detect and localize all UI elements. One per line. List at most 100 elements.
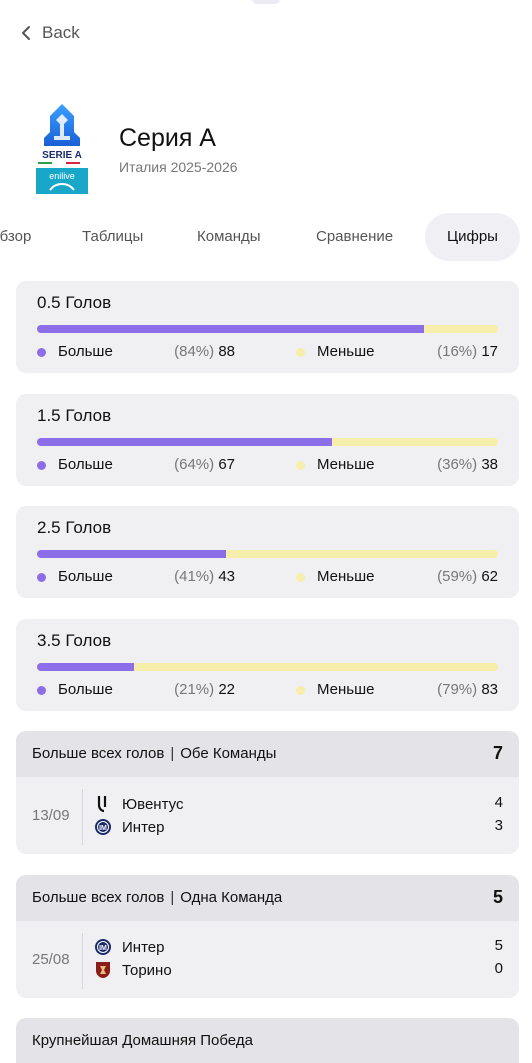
over-label: Больше [58,343,113,360]
under-label: Меньше [317,456,375,473]
serie-a-logo: SERIE A enilive [30,102,94,196]
match-date: 13/09 [32,807,70,824]
section-title: Крупнейшая Домашняя Победа [32,1032,253,1049]
tab-overview[interactable]: Обзор [0,213,31,261]
top-handle [252,0,280,4]
team-name: Интер [122,818,165,836]
goals-ratio-fill [37,325,425,333]
record-card-header: Больше всех голов | Одна Команда 5 [16,875,519,921]
divider [82,789,83,845]
biggest-home-win-card[interactable]: Крупнейшая Домашняя Победа [16,1018,519,1063]
league-name: Серия А [119,124,216,152]
over-dot [37,686,46,695]
team-name: Интер [122,938,165,956]
divider [82,933,83,989]
tab-tables[interactable]: Таблицы [82,213,143,261]
under-label: Меньше [317,681,375,698]
inter-crest-icon: IM [94,818,112,836]
over-dot [37,573,46,582]
goals-ratio-bar [37,663,498,671]
logo-text-enilive: enilive [49,171,75,181]
league-season: Италия 2025-2026 [119,159,238,175]
goals-ratio-bar [37,438,498,446]
tab-teams[interactable]: Команды [197,213,261,261]
over-count: 67 [218,456,235,473]
under-count: 38 [481,456,498,473]
logo-text-serie-a: SERIE A [42,150,82,161]
record-separator: | [170,745,175,762]
svg-text:IM: IM [99,945,107,952]
back-button[interactable]: Back [18,20,80,46]
under-dot [296,348,305,357]
under-count: 17 [481,343,498,360]
over-label: Больше [58,681,113,698]
under-label: Меньше [317,343,375,360]
team-name: Ювентус [122,795,184,813]
juventus-crest-icon [94,795,112,813]
team-row: IM Интер [94,817,164,837]
team-score: 0 [494,960,503,977]
under-percent: (79%) [437,681,478,698]
team-score: 4 [494,794,503,811]
over-percent: (64%) [174,456,215,473]
record-title: Больше всех голов [32,745,165,762]
under-percent: (36%) [437,456,478,473]
record-qualifier: Одна Команда [180,889,283,906]
team-score: 5 [494,937,503,954]
goals-ratio-fill [37,438,333,446]
match-date: 25/08 [32,951,70,968]
over-percent: (84%) [174,343,215,360]
league-header: SERIE A enilive Серия А Италия 2025-2026 [30,102,238,196]
tab-bar: Обзор Таблицы Команды Сравнение Цифры [0,213,532,261]
goals-ratio-bar [37,325,498,333]
chevron-left-icon [22,26,30,40]
tab-comparison[interactable]: Сравнение [316,213,393,261]
team-row: IM Интер [94,937,164,957]
over-percent: (21%) [174,681,215,698]
goals-card-title: 2.5 Голов [37,518,112,537]
team-row: Торино [94,960,172,980]
team-score: 3 [494,817,503,834]
record-separator: | [170,889,175,906]
under-count: 83 [481,681,498,698]
goals-card-title: 3.5 Голов [37,631,112,650]
record-card-header: Больше всех голов | Обе Команды 7 [16,731,519,777]
goals-ratio-bar [37,550,498,558]
over-label: Больше [58,568,113,585]
svg-text:IM: IM [99,825,107,832]
under-label: Меньше [317,568,375,585]
record-card-both-teams[interactable]: Больше всех голов | Обе Команды 7 13/09 Юв… [16,731,519,854]
inter-crest-icon: IM [94,938,112,956]
goals-card-3-5: 3.5 Голов Больше (21%) 22 Меньше (79%) 8… [16,619,519,711]
goals-ratio-fill [37,663,134,671]
over-percent: (41%) [174,568,215,585]
over-dot [37,461,46,470]
goals-card-0-5: 0.5 Голов Больше (84%) 88 Меньше (16%) 1… [16,281,519,373]
over-count: 43 [218,568,235,585]
record-title: Больше всех голов [32,889,165,906]
goals-card-1-5: 1.5 Голов Больше (64%) 67 Меньше (36%) 3… [16,394,519,486]
under-dot [296,686,305,695]
over-count: 88 [218,343,235,360]
record-total: 7 [492,743,503,763]
goals-card-title: 0.5 Голов [37,293,112,312]
record-total: 5 [492,887,503,907]
over-label: Больше [58,456,113,473]
record-qualifier: Обе Команды [180,745,277,762]
goals-card-title: 1.5 Голов [37,406,112,425]
under-dot [296,573,305,582]
team-row: Ювентус [94,794,183,814]
over-dot [37,348,46,357]
team-name: Торино [122,961,172,979]
under-percent: (16%) [437,343,478,360]
under-percent: (59%) [437,568,478,585]
tab-stats[interactable]: Цифры [425,213,520,261]
under-dot [296,461,305,470]
record-card-one-team[interactable]: Больше всех голов | Одна Команда 5 25/08 I… [16,875,519,998]
over-count: 22 [218,681,235,698]
goals-ratio-fill [37,550,226,558]
torino-crest-icon [94,961,112,979]
under-count: 62 [481,568,498,585]
back-label: Back [42,23,80,42]
goals-card-2-5: 2.5 Голов Больше (41%) 43 Меньше (59%) 6… [16,506,519,598]
